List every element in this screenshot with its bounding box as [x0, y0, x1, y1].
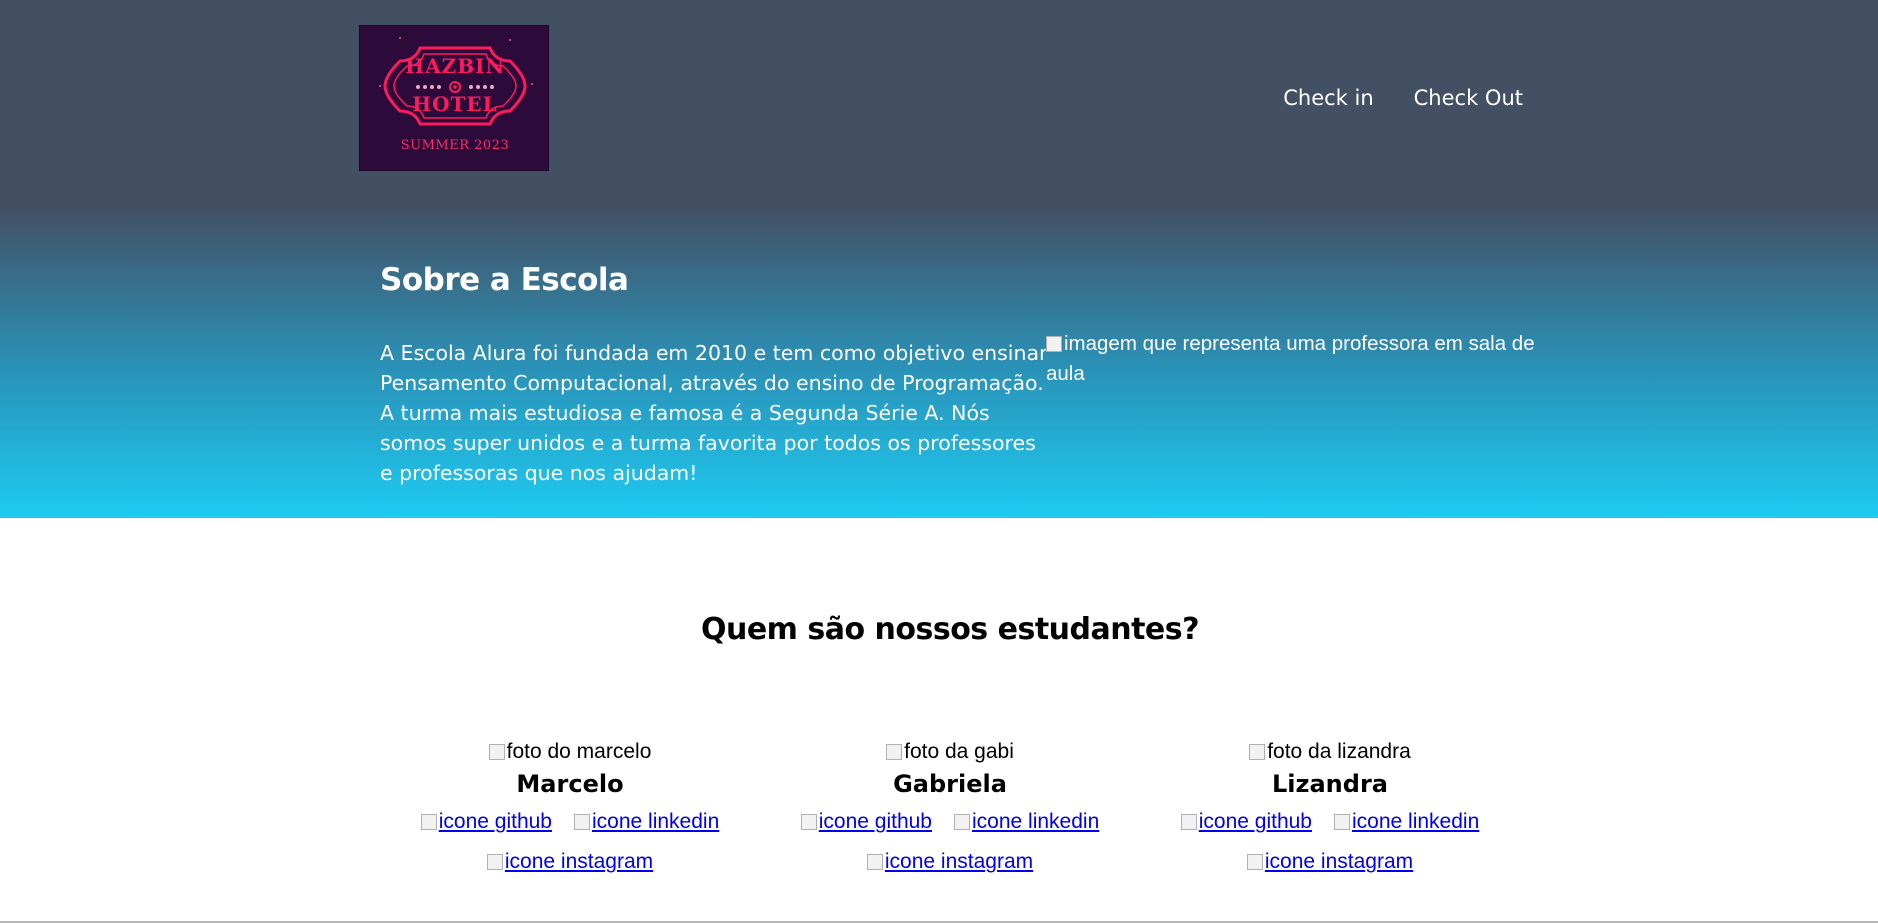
instagram-icon: [866, 854, 883, 870]
broken-image-icon: [886, 744, 903, 760]
student-social-links: icone github icone linkedin icone instagr…: [760, 802, 1140, 882]
github-link-label: icone github: [438, 810, 552, 833]
student-photo: foto da lizandra: [1140, 738, 1520, 766]
instagram-link-label: icone instagram: [1264, 850, 1414, 873]
linkedin-icon: [1334, 814, 1350, 830]
instagram-link[interactable]: icone instagram: [866, 850, 1034, 873]
logo-word-top: HAZBIN: [405, 54, 505, 78]
student-photo-alt: foto do marcelo: [506, 740, 652, 763]
linkedin-link-label: icone linkedin: [592, 810, 720, 833]
student-photo-alt: foto da gabi: [904, 740, 1014, 763]
main-nav: Check in Check Out: [1283, 86, 1523, 110]
students-title: Quem são nossos estudantes?: [700, 612, 1200, 647]
student-card-marcelo: foto do marcelo Marcelo icone github icon…: [380, 738, 760, 882]
nav-check-in[interactable]: Check in: [1283, 86, 1373, 110]
broken-image-icon: [1046, 336, 1062, 352]
student-photo: foto da gabi: [760, 738, 1140, 766]
instagram-link[interactable]: icone instagram: [486, 850, 654, 873]
github-icon: [800, 814, 817, 830]
linkedin-icon: [574, 814, 590, 830]
instagram-link[interactable]: icone instagram: [1246, 850, 1414, 873]
teacher-image: imagem que representa uma professora em …: [1046, 329, 1536, 389]
github-link[interactable]: icone github: [800, 810, 932, 833]
instagram-icon: [1246, 854, 1263, 870]
student-social-links: icone github icone linkedin icone instagr…: [380, 802, 760, 882]
teacher-image-alt: imagem que representa uma professora em …: [1046, 332, 1535, 385]
student-photo: foto do marcelo: [380, 738, 760, 766]
linkedin-link-label: icone linkedin: [1352, 810, 1480, 833]
github-link-label: icone github: [1198, 810, 1312, 833]
github-link[interactable]: icone github: [420, 810, 552, 833]
instagram-icon: [486, 854, 503, 870]
student-social-links: icone github icone linkedin icone instagr…: [1140, 802, 1520, 882]
github-icon: [1180, 814, 1197, 830]
student-name: Lizandra: [1272, 770, 1388, 798]
linkedin-icon: [954, 814, 970, 830]
nav-check-out[interactable]: Check Out: [1414, 86, 1523, 110]
instagram-link-label: icone instagram: [504, 850, 654, 873]
hazbin-hotel-logo[interactable]: HAZBIN HOTEL SUMMER 2023: [359, 25, 549, 171]
github-link-label: icone github: [818, 810, 932, 833]
linkedin-link[interactable]: icone linkedin: [1334, 810, 1479, 833]
logo-word-bottom: HOTEL: [412, 92, 498, 116]
linkedin-link[interactable]: icone linkedin: [954, 810, 1099, 833]
student-card-lizandra: foto da lizandra Lizandra icone github ic…: [1140, 738, 1520, 882]
student-name: Gabriela: [893, 770, 1007, 798]
github-link[interactable]: icone github: [1180, 810, 1312, 833]
broken-image-icon: [1249, 744, 1266, 760]
about-title: Sobre a Escola: [380, 262, 629, 298]
broken-image-icon: [488, 744, 505, 760]
logo-subtitle: SUMMER 2023: [400, 138, 510, 153]
student-photo-alt: foto da lizandra: [1267, 740, 1411, 763]
linkedin-link-label: icone linkedin: [972, 810, 1100, 833]
student-card-gabriela: foto da gabi Gabriela icone github icone …: [760, 738, 1140, 882]
student-name: Marcelo: [516, 770, 624, 798]
github-icon: [420, 814, 437, 830]
linkedin-link[interactable]: icone linkedin: [574, 810, 719, 833]
about-text: A Escola Alura foi fundada em 2010 e tem…: [380, 341, 1048, 485]
instagram-link-label: icone instagram: [884, 850, 1034, 873]
